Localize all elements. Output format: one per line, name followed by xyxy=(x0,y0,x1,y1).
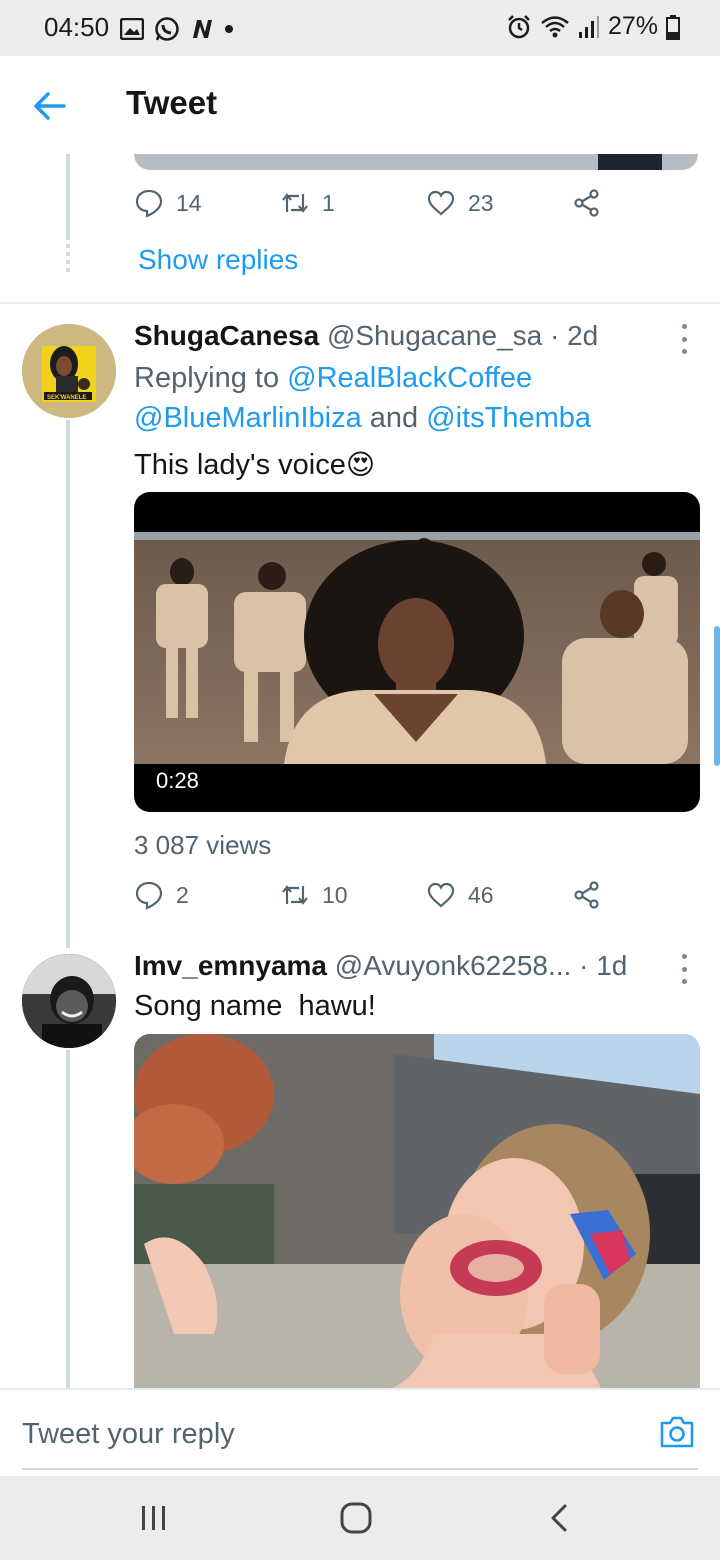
heart-eyes-emoji: 😍 xyxy=(345,449,376,480)
page-title: Tweet xyxy=(126,84,218,121)
tweet-text-body: Song name hawu! xyxy=(134,990,376,1022)
status-bar: 04:50 27% xyxy=(0,0,720,56)
share-action[interactable] xyxy=(572,188,602,218)
retweet-count: 10 xyxy=(322,881,348,908)
display-name[interactable]: Imv_emnyama xyxy=(134,950,327,981)
system-nav-bar xyxy=(0,1476,720,1560)
tweet-text-body: This lady's voice xyxy=(134,449,346,481)
recent-apps-icon[interactable] xyxy=(134,1498,174,1538)
and-text: and xyxy=(369,402,419,434)
app-header: Tweet xyxy=(0,56,720,154)
reply-bar: Tweet your reply xyxy=(0,1388,720,1476)
tweet-header: Imv_emnyama @Avuyonk62258... · 1d xyxy=(134,950,627,982)
reply-action[interactable]: 14 xyxy=(134,188,202,218)
handle[interactable]: @Shugacane_sa xyxy=(327,320,542,351)
notification-icons xyxy=(120,16,234,42)
share-icon xyxy=(574,881,599,909)
signal-icon xyxy=(578,15,599,38)
like-count: 46 xyxy=(468,881,494,908)
retweet-action[interactable]: 10 xyxy=(280,880,348,910)
avatar[interactable] xyxy=(22,954,116,1048)
avatar[interactable]: SEK'WANELE xyxy=(22,324,116,418)
battery-percent: 27% xyxy=(607,12,658,40)
handle[interactable]: @Avuyonk62258... xyxy=(335,950,572,981)
reply-icon xyxy=(135,881,163,910)
mention-link[interactable]: @RealBlackCoffee xyxy=(287,362,532,394)
thread-line xyxy=(66,1050,70,1388)
thread-line xyxy=(66,420,70,948)
like-action[interactable]: 23 xyxy=(426,188,494,218)
video-frame[interactable] xyxy=(134,532,700,764)
alarm-icon xyxy=(508,14,530,38)
video-player[interactable]: 0:28 xyxy=(134,492,700,812)
reply-input-underline xyxy=(22,1468,698,1470)
mention-link[interactable]: @BlueMarlinIbiza xyxy=(134,402,362,434)
retweet-icon xyxy=(282,193,308,213)
view-count: 3 087 views xyxy=(134,830,272,860)
battery-icon xyxy=(666,14,680,40)
back-arrow-icon[interactable] xyxy=(30,86,70,126)
back-icon[interactable] xyxy=(540,1498,580,1538)
reply-action[interactable]: 2 xyxy=(134,880,189,910)
show-replies-link[interactable]: Show replies xyxy=(138,244,298,276)
svg-text:SEK'WANELE: SEK'WANELE xyxy=(47,395,86,401)
previous-media[interactable] xyxy=(134,154,698,170)
news-n-icon xyxy=(193,20,212,38)
share-icon xyxy=(574,189,599,217)
reply-count: 14 xyxy=(176,189,202,216)
retweet-count: 1 xyxy=(322,189,335,216)
tweet-actions: 2 10 46 xyxy=(134,880,614,916)
tweet-header: ShugaCanesa @Shugacane_sa · 2d xyxy=(134,320,598,352)
replying-to: Replying to @RealBlackCoffee xyxy=(134,362,532,395)
thread-line xyxy=(66,154,70,240)
tweet-age: · 2d xyxy=(549,320,599,351)
video-duration: 0:28 xyxy=(146,766,209,796)
like-action[interactable]: 46 xyxy=(426,880,494,910)
whatsapp-icon xyxy=(155,17,179,41)
mention-link[interactable]: @itsThemba xyxy=(426,402,591,434)
camera-icon[interactable] xyxy=(658,1414,696,1450)
heart-icon xyxy=(427,882,455,908)
more-options-icon[interactable] xyxy=(678,954,690,984)
gallery-icon xyxy=(120,18,144,40)
home-icon[interactable] xyxy=(336,1498,376,1538)
reply-count: 2 xyxy=(176,881,189,908)
status-time: 04:50 xyxy=(44,12,110,42)
retweet-action[interactable]: 1 xyxy=(280,188,335,218)
display-name[interactable]: ShugaCanesa xyxy=(134,320,319,351)
reply-input[interactable]: Tweet your reply xyxy=(22,1418,235,1451)
tweet-photo[interactable] xyxy=(134,1034,700,1394)
prev-tweet-actions: 14 1 23 xyxy=(134,188,614,224)
heart-icon xyxy=(427,190,455,216)
dot-icon xyxy=(225,25,233,33)
tweet-age: · 1d xyxy=(579,950,628,981)
divider xyxy=(0,302,720,304)
more-options-icon[interactable] xyxy=(678,324,690,354)
replying-to-cont: @BlueMarlinIbiza and @itsThemba xyxy=(134,402,591,435)
replying-prefix: Replying to xyxy=(134,362,280,394)
share-action[interactable] xyxy=(572,880,602,910)
tweet-text: Song name hawu! xyxy=(134,990,376,1023)
like-count: 23 xyxy=(468,189,494,216)
scroll-indicator[interactable] xyxy=(714,626,720,766)
system-icons: 27% xyxy=(506,12,680,41)
thread-line-dotted xyxy=(66,244,70,272)
retweet-icon xyxy=(282,885,308,905)
reply-icon xyxy=(135,189,163,218)
wifi-icon xyxy=(541,15,569,37)
tweet-text: This lady's voice😍 xyxy=(134,448,375,482)
